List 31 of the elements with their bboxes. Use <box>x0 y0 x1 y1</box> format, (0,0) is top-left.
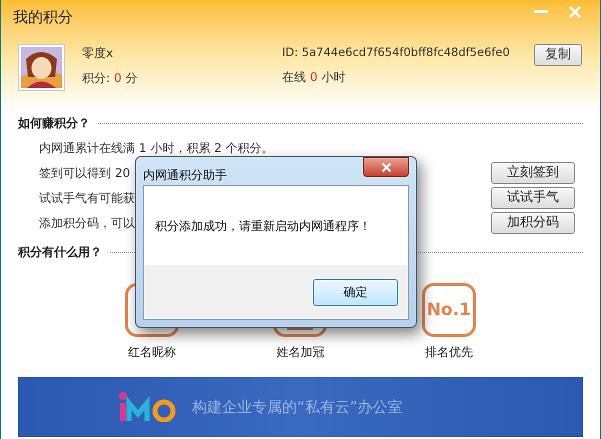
copy-button[interactable]: 复制 <box>534 44 582 66</box>
earn-rule-text: 试试手气有可能获 <box>39 190 135 206</box>
benefit-label: 姓名加冠 <box>276 344 324 361</box>
action-button[interactable]: 立刻签到 <box>491 162 575 184</box>
window-title: 我的积分 <box>13 6 73 28</box>
action-button[interactable]: 加积分码 <box>491 212 575 234</box>
action-button[interactable]: 试试手气 <box>491 186 575 208</box>
minimize-icon <box>534 10 548 14</box>
user-name: 零度x <box>82 45 114 62</box>
benefit-label: 红名昵称 <box>128 344 176 361</box>
earn-rule-text: 添加积分码，可以 <box>39 214 135 232</box>
close-icon <box>380 162 392 172</box>
ok-button[interactable]: 确定 <box>313 278 398 306</box>
dialog-title: 内网通积分助手 <box>143 167 227 184</box>
online-label: 在线 <box>282 69 306 86</box>
close-icon <box>568 5 582 19</box>
rank-icon: No.1 <box>422 283 476 337</box>
earn-rule-text: 签到可以得到 20 <box>39 164 130 182</box>
section-heading: 积分有什么用？ <box>18 244 102 261</box>
points-unit: 分 <box>126 70 138 87</box>
points-label: 积分: <box>82 70 110 87</box>
earn-rule-text: 内网通累计在线满 1 小时，积累 2 个积分。 <box>39 140 274 156</box>
benefit-label: 排名优先 <box>424 344 473 361</box>
online-unit: 小时 <box>322 69 346 86</box>
dialog-message: 积分添加成功，请重新启动内网通程序！ <box>155 218 371 234</box>
banner-slogan: 构建企业专属的“私有云”办公室 <box>192 396 403 418</box>
online-value: 0 <box>310 69 318 86</box>
close-button[interactable] <box>363 157 409 177</box>
section-heading: 如何赚积分？ <box>18 115 90 132</box>
user-id: ID: 5a744e6cd7f654f0bff8fc48df5e6fe0 <box>282 44 510 61</box>
points-value: 0 <box>114 70 122 87</box>
